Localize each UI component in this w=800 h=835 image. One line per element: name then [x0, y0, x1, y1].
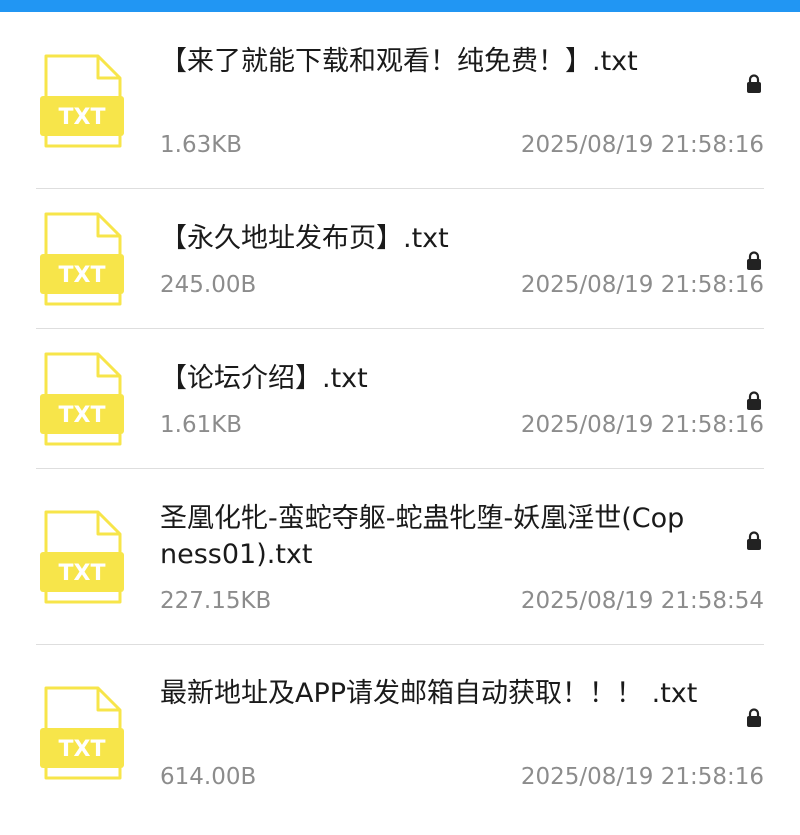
lock-icon — [746, 251, 762, 271]
txt-file-icon: TXT — [40, 210, 124, 310]
txt-badge-label: TXT — [59, 561, 106, 586]
file-row[interactable]: TXT 【永久地址发布页】.txt 245.00B 2025/08/19 21:… — [0, 189, 800, 328]
file-name: 圣凰化牝-蛮蛇夺躯-蛇蛊牝堕-妖凰淫世(Copness01).txt — [160, 503, 685, 570]
file-row[interactable]: TXT 圣凰化牝-蛮蛇夺躯-蛇蛊牝堕-妖凰淫世(Copness01).txt 2… — [0, 469, 800, 644]
file-date: 2025/08/19 21:58:54 — [520, 588, 764, 614]
txt-badge-label: TXT — [59, 737, 106, 762]
file-row[interactable]: TXT 【来了就能下载和观看！纯免费！】.txt 1.63KB 2025/08/… — [0, 12, 800, 188]
file-date: 2025/08/19 21:58:16 — [520, 412, 764, 438]
lock-icon — [746, 391, 762, 411]
lock-icon — [746, 531, 762, 551]
file-size: 614.00B — [160, 764, 257, 790]
file-date: 2025/08/19 21:58:16 — [520, 764, 764, 790]
lock-icon — [746, 708, 762, 728]
file-date: 2025/08/19 21:58:16 — [520, 272, 764, 298]
txt-file-icon: TXT — [40, 508, 124, 608]
file-size: 1.63KB — [160, 132, 243, 158]
file-row[interactable]: TXT 最新地址及APP请发邮箱自动获取！！！ .txt 614.00B 202… — [0, 645, 800, 835]
txt-badge-label: TXT — [59, 403, 106, 428]
top-status-bar — [0, 0, 800, 12]
txt-file-icon: TXT — [40, 52, 124, 152]
file-name: 【论坛介绍】.txt — [160, 363, 368, 394]
file-size: 227.15KB — [160, 588, 272, 614]
file-size: 1.61KB — [160, 412, 243, 438]
txt-file-icon: TXT — [40, 350, 124, 450]
file-name: 最新地址及APP请发邮箱自动获取！！！ .txt — [160, 678, 698, 709]
lock-icon — [746, 74, 762, 94]
txt-badge-label: TXT — [59, 263, 106, 288]
txt-badge-label: TXT — [59, 105, 106, 130]
file-row[interactable]: TXT 【论坛介绍】.txt 1.61KB 2025/08/19 21:58:1… — [0, 329, 800, 468]
file-name: 【永久地址发布页】.txt — [160, 223, 449, 254]
file-name: 【来了就能下载和观看！纯免费！】.txt — [160, 46, 638, 77]
file-date: 2025/08/19 21:58:16 — [520, 132, 764, 158]
txt-file-icon: TXT — [40, 684, 124, 784]
file-size: 245.00B — [160, 272, 257, 298]
